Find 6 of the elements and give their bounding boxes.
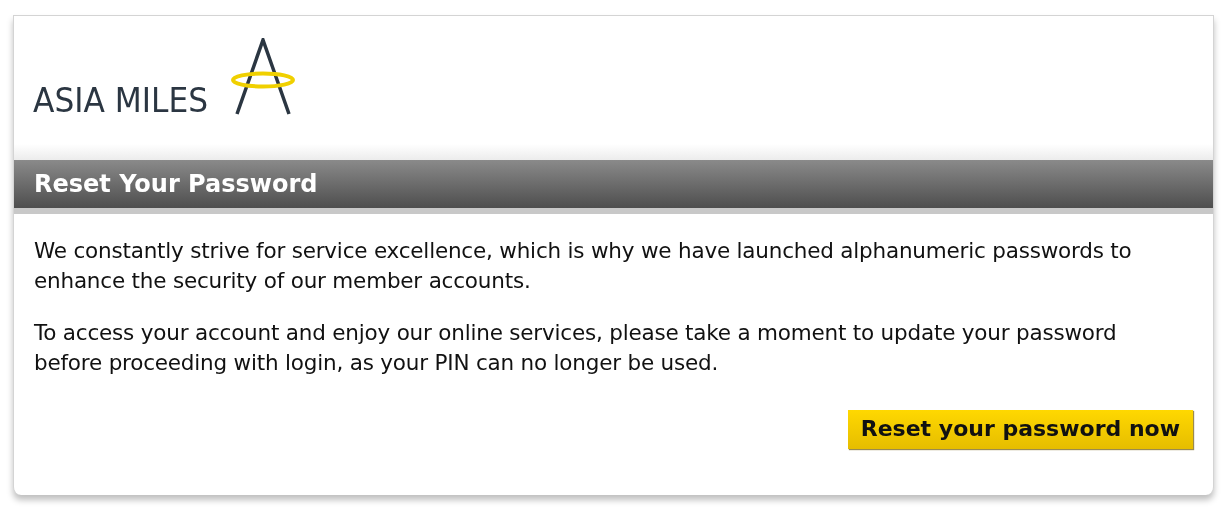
paragraph: To access your account and enjoy our online services, please take a moment to update your password before proceeding with login, as your PIN can no longer be used.: [34, 319, 1118, 377]
logo-text: ASIA MILES: [33, 83, 209, 117]
page-title: Reset Your Password: [34, 170, 318, 198]
logo-icon: [229, 38, 298, 116]
paragraph: We constantly strive for service excellence, which is why we have launched alphanumeric passwords to enhance the security of our member accounts.: [34, 237, 1133, 295]
reset-password-button[interactable]: Reset your password now: [847, 410, 1193, 449]
